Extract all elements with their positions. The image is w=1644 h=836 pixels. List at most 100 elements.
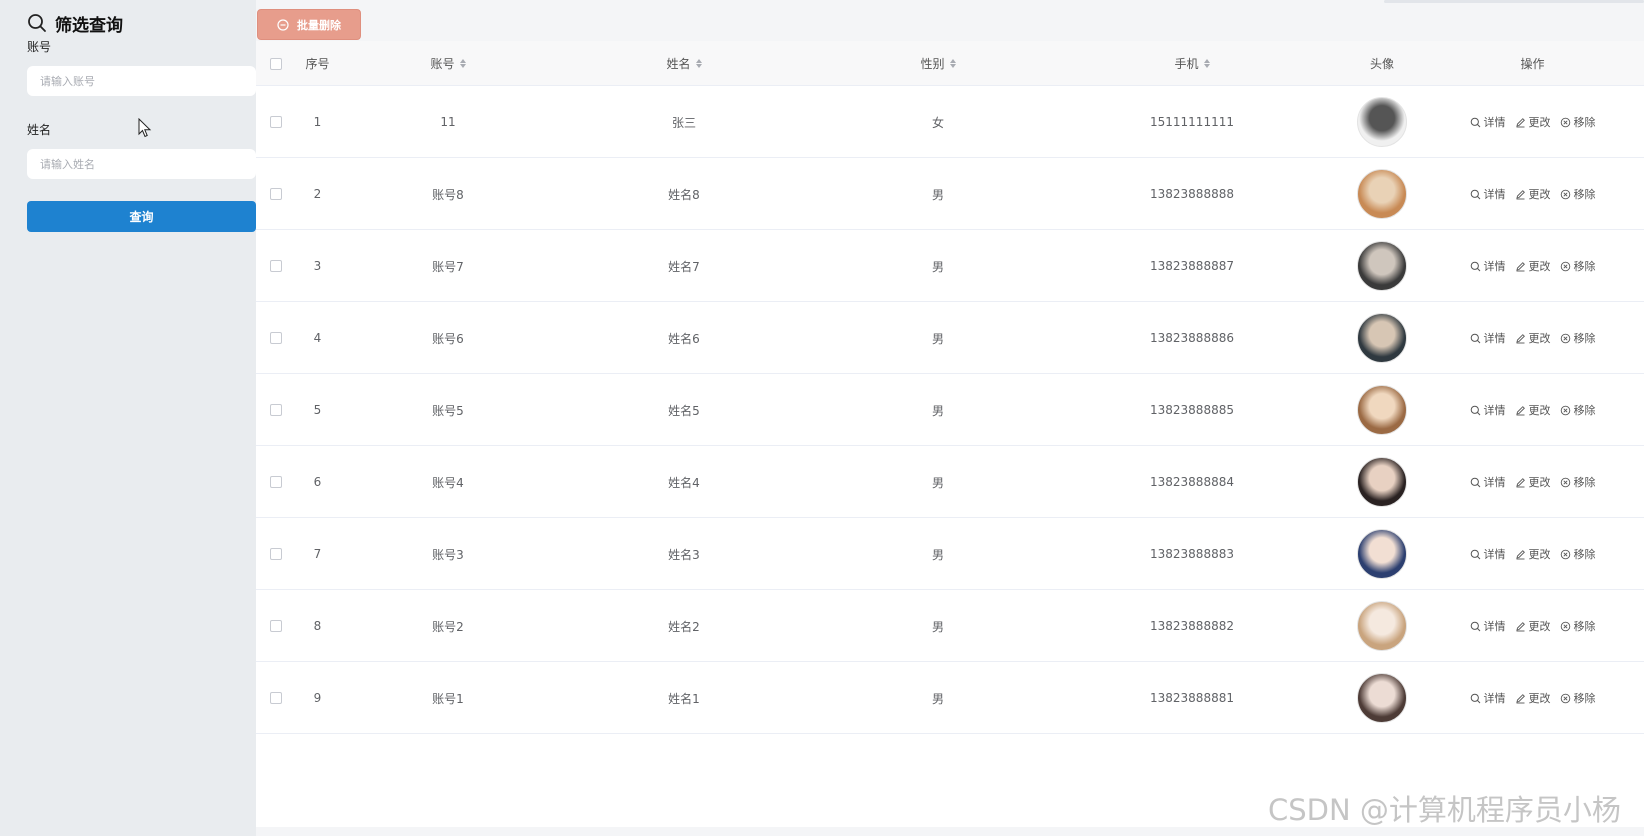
remove-button[interactable]: 移除 (1560, 546, 1596, 562)
account-input[interactable] (27, 66, 256, 96)
row-checkbox[interactable] (270, 476, 282, 488)
detail-button[interactable]: 详情 (1470, 618, 1506, 634)
cell-index: 8 (313, 619, 322, 633)
remove-button[interactable]: 移除 (1560, 402, 1596, 418)
row-select-cell (256, 302, 296, 374)
header-gender[interactable]: 性别 (811, 41, 1065, 86)
edit-button[interactable]: 更改 (1515, 618, 1551, 634)
row-checkbox[interactable] (270, 116, 282, 128)
header-phone[interactable]: 手机 (1065, 41, 1319, 86)
remove-button[interactable]: 移除 (1560, 330, 1596, 346)
row-checkbox[interactable] (270, 620, 282, 632)
cell-avatar (1319, 518, 1445, 590)
cell-name: 姓名3 (668, 547, 700, 562)
sort-icon[interactable] (1203, 59, 1210, 68)
cell-gender: 男 (931, 691, 944, 706)
cell-avatar (1319, 590, 1445, 662)
avatar[interactable] (1357, 673, 1407, 723)
detail-button[interactable]: 详情 (1470, 474, 1506, 490)
cell-index: 1 (313, 115, 322, 129)
close-circle-icon (1560, 333, 1570, 343)
header-select-all (256, 41, 296, 86)
cell-account: 11 (440, 115, 456, 129)
search-icon (1470, 333, 1480, 343)
batch-delete-button[interactable]: 批量删除 (257, 9, 361, 40)
edit-button[interactable]: 更改 (1515, 474, 1551, 490)
remove-button[interactable]: 移除 (1560, 258, 1596, 274)
cell-account: 账号4 (432, 475, 464, 490)
row-checkbox[interactable] (270, 548, 282, 560)
detail-button[interactable]: 详情 (1470, 258, 1506, 274)
table-row: 9 账号1 姓名1 男 13823888881 详情 更改 移除 (256, 662, 1644, 734)
name-input[interactable] (27, 149, 256, 179)
detail-button[interactable]: 详情 (1470, 186, 1506, 202)
close-circle-icon (1560, 189, 1570, 199)
cell-avatar (1319, 662, 1445, 734)
table-row: 1 11 张三女 15111111111 详情 更改 移除 (256, 86, 1644, 158)
toolbar (256, 0, 1644, 41)
detail-button[interactable]: 详情 (1470, 546, 1506, 562)
row-checkbox[interactable] (270, 404, 282, 416)
row-checkbox[interactable] (270, 260, 282, 272)
detail-label: 详情 (1483, 332, 1506, 345)
avatar[interactable] (1357, 241, 1407, 291)
edit-label: 更改 (1528, 548, 1551, 561)
header-index: 序号 (305, 57, 330, 71)
remove-button[interactable]: 移除 (1560, 114, 1596, 130)
query-button[interactable]: 查询 (27, 201, 256, 232)
edit-button[interactable]: 更改 (1515, 258, 1551, 274)
remove-label: 移除 (1573, 476, 1596, 489)
cell-index: 2 (313, 187, 322, 201)
cell-phone: 13823888882 (1150, 619, 1234, 633)
cell-gender: 男 (931, 475, 944, 490)
cell-account: 账号7 (432, 259, 464, 274)
edit-button[interactable]: 更改 (1515, 690, 1551, 706)
avatar[interactable] (1357, 385, 1407, 435)
search-icon (1470, 117, 1480, 127)
row-select-cell (256, 590, 296, 662)
remove-button[interactable]: 移除 (1560, 618, 1596, 634)
detail-button[interactable]: 详情 (1470, 330, 1506, 346)
cell-gender: 男 (931, 403, 944, 418)
remove-button[interactable]: 移除 (1560, 186, 1596, 202)
row-checkbox[interactable] (270, 188, 282, 200)
remove-button[interactable]: 移除 (1560, 690, 1596, 706)
header-account[interactable]: 账号 (339, 41, 557, 86)
avatar[interactable] (1357, 313, 1407, 363)
edit-icon (1515, 693, 1525, 703)
edit-button[interactable]: 更改 (1515, 114, 1551, 130)
cell-account: 账号3 (432, 547, 464, 562)
cell-account: 账号2 (432, 619, 464, 634)
cell-actions: 详情 更改 移除 (1445, 662, 1620, 734)
row-select-cell (256, 446, 296, 518)
minus-circle-icon (277, 18, 289, 31)
cell-phone: 13823888884 (1150, 475, 1234, 489)
avatar[interactable] (1357, 97, 1407, 147)
detail-button[interactable]: 详情 (1470, 402, 1506, 418)
header-name[interactable]: 姓名 (557, 41, 811, 86)
edit-button[interactable]: 更改 (1515, 546, 1551, 562)
detail-button[interactable]: 详情 (1470, 690, 1506, 706)
avatar[interactable] (1357, 169, 1407, 219)
edit-icon (1515, 117, 1525, 127)
cell-gender: 男 (931, 331, 944, 346)
sort-icon[interactable] (949, 59, 956, 68)
table-row: 8 账号2 姓名2 男 13823888882 详情 更改 移除 (256, 590, 1644, 662)
edit-button[interactable]: 更改 (1515, 330, 1551, 346)
avatar[interactable] (1357, 529, 1407, 579)
sort-icon[interactable] (695, 59, 702, 68)
edit-button[interactable]: 更改 (1515, 186, 1551, 202)
avatar[interactable] (1357, 457, 1407, 507)
cell-name: 姓名2 (668, 619, 700, 634)
row-checkbox[interactable] (270, 692, 282, 704)
select-all-checkbox[interactable] (270, 57, 282, 70)
avatar[interactable] (1357, 601, 1407, 651)
detail-button[interactable]: 详情 (1470, 114, 1506, 130)
remove-label: 移除 (1573, 404, 1596, 417)
edit-button[interactable]: 更改 (1515, 402, 1551, 418)
sort-icon[interactable] (459, 59, 466, 68)
remove-label: 移除 (1573, 692, 1596, 705)
cell-actions: 详情 更改 移除 (1445, 518, 1620, 590)
row-checkbox[interactable] (270, 332, 282, 344)
remove-button[interactable]: 移除 (1560, 474, 1596, 490)
